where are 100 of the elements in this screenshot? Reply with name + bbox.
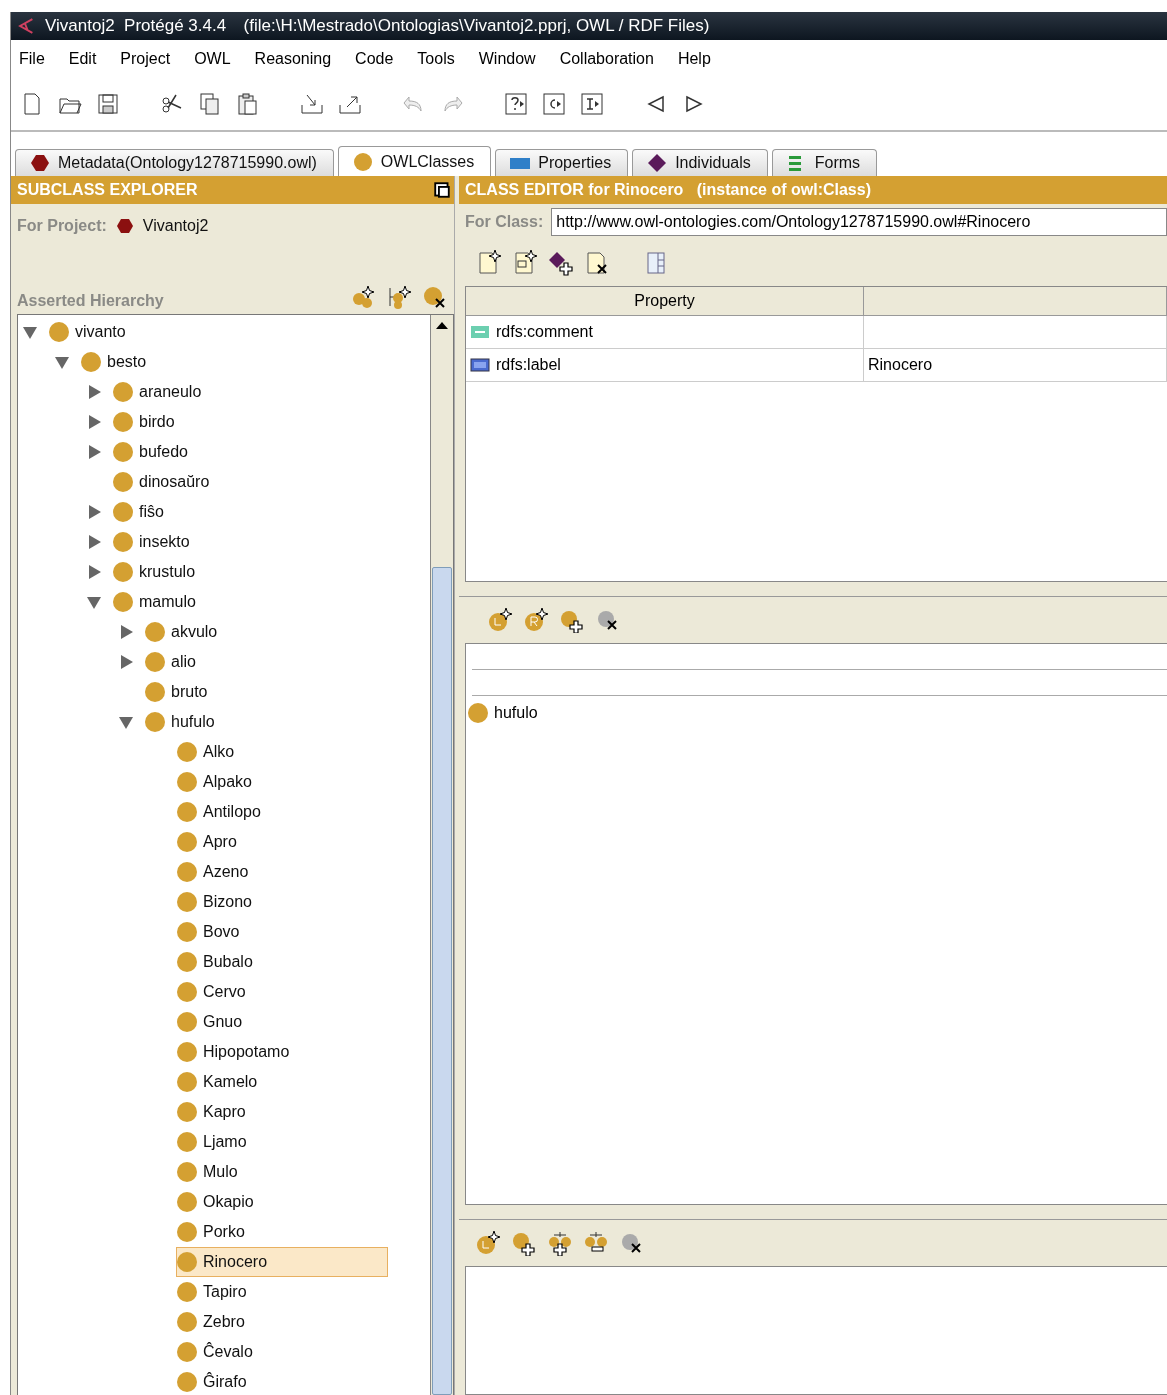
diamond-icon [647,153,668,173]
tree-item[interactable]: Okapio [176,1187,375,1217]
menu-item[interactable]: Edit [68,50,110,68]
expand-arrow-icon[interactable] [86,534,102,550]
tab[interactable]: Properties [495,149,629,176]
expand-arrow-icon[interactable] [118,624,134,640]
tree-item[interactable]: birdo [112,407,296,437]
tree-item[interactable]: bufedo [112,437,309,467]
menu-item[interactable]: File [19,50,58,68]
expand-arrow-icon[interactable] [86,444,102,460]
collapse-arrow-icon[interactable] [22,324,38,340]
instance-run-icon[interactable] [579,91,605,117]
tree-item[interactable]: Porko [176,1217,366,1247]
add-sibling-icon[interactable] [386,284,412,310]
tree-item[interactable]: Ljamo [176,1127,368,1157]
tree-item[interactable]: Zebro [176,1307,366,1337]
add-named-class-icon[interactable] [487,607,513,633]
class-icon [177,1192,197,1212]
menu-item[interactable]: Tools [417,50,468,68]
class-icon [177,982,197,1002]
tree-item[interactable]: fiŝo [112,497,285,527]
expand-arrow-icon[interactable] [86,504,102,520]
collapse-arrow-icon[interactable] [118,714,134,730]
class-icon [177,1372,197,1392]
panel-title: SUBCLASS EXPLORER [17,181,198,199]
query-icon[interactable] [503,91,529,117]
tree-item[interactable]: Tapiro [176,1277,368,1307]
add-restriction-icon[interactable] [523,607,549,633]
maximize-icon[interactable] [434,182,450,198]
menu-item[interactable]: Reasoning [254,50,345,68]
class-icon [177,1012,197,1032]
menu-item[interactable]: Help [677,50,724,68]
annotation-icon [470,355,490,375]
class-run-icon[interactable] [541,91,567,117]
class-icon [177,1252,197,1272]
class-icon [49,322,69,342]
tree-item[interactable]: besto [80,347,268,377]
tree-item[interactable]: Mulo [176,1157,359,1187]
class-icon [113,502,133,522]
add-individual-icon[interactable] [547,250,573,276]
tab[interactable]: Individuals [632,149,768,176]
tree-item[interactable]: Rinocero [176,1247,389,1277]
tab[interactable]: Metadata(Ontology1278715990.owl) [15,149,334,176]
property-cell: rdfs:comment [466,316,864,348]
tree-item[interactable]: alio [144,647,317,677]
add-named-class-icon[interactable] [475,1230,501,1256]
add-subclass-icon[interactable] [350,284,376,310]
tree-item[interactable]: vivanto [48,317,247,347]
class-icon [352,151,373,172]
add-disjoint-icon[interactable] [547,1230,573,1256]
tab[interactable]: Forms [771,149,878,176]
hexagon-icon [114,216,135,236]
tree-item[interactable]: bruto [144,677,329,707]
tree-item[interactable]: Gnuo [176,1007,364,1037]
menu-item[interactable]: Collaboration [559,50,667,68]
tree-item[interactable]: akvulo [144,617,339,647]
tree-item[interactable]: hufulo [144,707,336,737]
collapse-arrow-icon[interactable] [86,594,102,610]
panel-title: CLASS EDITOR for Rinocero (instance of owl:Class) [465,181,871,199]
save-icon[interactable] [95,91,121,117]
tree-item[interactable]: Alko [176,737,356,767]
class-uri-field[interactable]: http://www.owl-ontologies.com/Ontology1278715990.owl#Rinocero [551,208,1167,236]
class-icon [177,832,197,852]
superclass-item[interactable]: hufulo [466,696,1167,730]
menu-item[interactable]: Project [120,50,184,68]
expand-arrow-icon[interactable] [86,414,102,430]
class-icon [177,802,197,822]
tree-item[interactable]: insekto [112,527,311,557]
tree-item[interactable]: Azeno [176,857,370,887]
hexagon-icon [30,153,50,173]
expand-arrow-icon[interactable] [86,564,102,580]
collapse-arrow-icon[interactable] [54,354,70,370]
tree-item[interactable]: Kapro [176,1097,367,1127]
delete-class-icon[interactable] [422,284,448,310]
scrollbar-thumb[interactable] [432,567,452,1395]
tree-item[interactable]: Antilopo [176,797,382,827]
add-class-icon[interactable] [511,1230,537,1256]
class-icon [177,1342,197,1362]
menu-item[interactable]: Window [478,50,549,68]
tree-item[interactable]: mamulo [112,587,317,617]
class-icon [145,712,165,732]
tree-item[interactable]: Ĝirafo [176,1367,368,1395]
tree-item[interactable]: Bizono [176,887,373,917]
tree-item[interactable]: araneulo [112,377,323,407]
tree-item[interactable]: dinosaŭro [112,467,331,497]
column-header[interactable]: Property [466,287,864,315]
tree-item[interactable]: Bubalo [176,947,374,977]
tree-item[interactable]: Alpako [176,767,373,797]
tree-item[interactable]: Apro [176,827,358,857]
menu-item[interactable]: OWL [194,50,244,68]
tree-item[interactable]: krustulo [112,557,317,587]
tree-item[interactable]: Hipopotamo [176,1037,411,1067]
tree-item[interactable]: Kamelo [176,1067,379,1097]
tree-item[interactable]: Ĉevalo [176,1337,374,1367]
menu-item[interactable]: Code [355,50,407,68]
expand-arrow-icon[interactable] [86,384,102,400]
tree-item[interactable]: Bovo [176,917,361,947]
tab[interactable]: OWLClasses [337,146,492,176]
tree-item[interactable]: Cervo [176,977,367,1007]
expand-arrow-icon[interactable] [118,654,134,670]
